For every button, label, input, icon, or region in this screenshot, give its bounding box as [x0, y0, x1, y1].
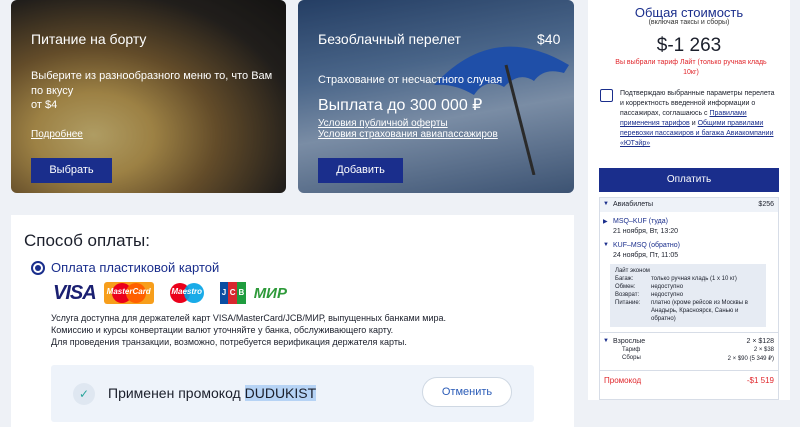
jcb-logo: JCB [219, 282, 246, 304]
food-choose-button[interactable]: Выбрать [31, 158, 112, 183]
chevron-right-icon[interactable]: ▶ [603, 218, 608, 225]
meal-label: Питание: [615, 300, 641, 306]
meal-value: платно (кроме рейсов из Москвы в Анадырь… [651, 300, 748, 322]
food-card-price: от $4 [31, 99, 58, 111]
payment-desc-line: Комиссию и курсы конвертации валют уточн… [51, 325, 394, 335]
promo-applied-box: ✓ Применен промокод DUDUKIST Отменить [51, 365, 534, 422]
payment-description: Услуга доступна для держателей карт VISA… [51, 312, 446, 348]
pay-button[interactable]: Оплатить [599, 168, 779, 192]
food-card-text: Выберите из разнообразного меню то, что … [31, 70, 273, 97]
order-summary-panel: Общая стоимость (включая таксы и сборы) … [588, 0, 790, 400]
exchange-value: недоступно [651, 284, 684, 290]
visa-logo: VISA [53, 281, 97, 304]
card-brands-row: VISA MasterCard Maestro JCB МИР [53, 281, 287, 305]
baggage-value: только ручная кладь (1 х 10 кг) [651, 276, 737, 282]
tickets-price: $256 [758, 201, 774, 208]
tariff-value: 2 × $38 [753, 347, 774, 353]
agreement-text: Подтверждаю выбранные параметры перелета… [620, 89, 780, 149]
total-price: $-1 263 [656, 35, 722, 56]
insurance-card-title: Безоблачный перелет [318, 31, 461, 47]
refund-label: Возврат: [615, 292, 640, 298]
food-details-link[interactable]: Подробнее [31, 129, 83, 140]
mir-logo: МИР [253, 284, 287, 302]
exchange-label: Обмен: [615, 284, 636, 290]
agreement-text-part: и [691, 120, 696, 127]
chevron-down-icon[interactable]: ▼ [603, 201, 609, 207]
divider [600, 370, 778, 371]
promo-cancel-button[interactable]: Отменить [422, 377, 512, 407]
fare-note: Вы выбрали тариф Лайт (только ручная кла… [615, 59, 767, 76]
card-payment-label[interactable]: Оплата пластиковой картой [51, 260, 219, 275]
baggage-label: Багаж: [615, 276, 634, 282]
divider [600, 332, 778, 333]
flight2-route[interactable]: KUF–MSQ (обратно) [613, 242, 680, 249]
payment-method-panel: Способ оплаты: Оплата пластиковой картой… [11, 215, 574, 427]
payment-desc-line: Услуга доступна для держателей карт VISA… [51, 313, 446, 323]
adults-value: 2 × $128 [746, 338, 774, 345]
maestro-logo: Maestro [161, 282, 212, 304]
chevron-down-icon[interactable]: ▼ [603, 338, 609, 344]
summary-subtitle: (включая таксы и сборы) [648, 19, 730, 26]
insurance-add-button[interactable]: Добавить [318, 158, 403, 183]
promo-applied-text: Применен промокод DUDUKIST [108, 385, 317, 401]
refund-value: недоступно [651, 292, 684, 298]
public-offer-link[interactable]: Условия публичной оферты [318, 118, 448, 129]
food-service-card: Питание на борту Выберите из разнообразн… [11, 0, 286, 193]
promo-prefix: Применен промокод [108, 385, 241, 401]
flight1-route[interactable]: MSQ–KUF (туда) [613, 218, 668, 225]
food-card-title: Питание на борту [31, 31, 147, 47]
adults-label: Взрослые [613, 338, 646, 345]
promo-discount-value: -$1 519 [746, 376, 774, 385]
card-payment-radio[interactable] [31, 261, 45, 275]
agreement-text-part: Подтверждаю выбранные параметры перелета… [620, 90, 775, 117]
mastercard-logo: MasterCard [103, 282, 154, 304]
insurance-payout: Выплата до 300 000 ₽ [318, 97, 483, 114]
insurance-terms-link[interactable]: Условия страхования авиапассажиров [318, 129, 498, 140]
fare-name: Лайт эконом [615, 268, 650, 274]
fare-conditions-table: Лайт эконом Багаж: только ручная кладь (1… [610, 264, 766, 327]
flight2-date: 24 ноября, Пт, 11:05 [613, 252, 679, 259]
chevron-down-icon[interactable]: ▼ [603, 242, 609, 248]
insurance-service-card: Безоблачный перелет $40 Страхование от н… [298, 0, 574, 193]
tariff-label: Тариф [622, 347, 641, 353]
fees-value: 2 × $90 (5 349 ₽) [727, 356, 774, 362]
flight1-date: 21 ноября, Вт, 13:20 [613, 228, 679, 235]
agree-checkbox[interactable] [600, 89, 613, 102]
fees-label: Сборы [622, 355, 641, 361]
checkmark-icon: ✓ [73, 383, 95, 405]
promo-code: DUDUKIST [244, 385, 317, 401]
payment-desc-line: Для проведения транзакции, возможно, пот… [51, 337, 407, 347]
insurance-card-subtitle: Страхование от несчастного случая [318, 74, 503, 86]
insurance-card-price: $40 [537, 31, 561, 47]
price-breakdown: ▼ Авиабилеты $256 ▶ MSQ–KUF (туда) 21 но… [599, 197, 779, 400]
summary-title: Общая стоимость [634, 5, 744, 20]
payment-title: Способ оплаты: [24, 231, 150, 250]
promo-discount-label: Промокод [604, 376, 642, 385]
tickets-label: Авиабилеты [613, 201, 654, 208]
